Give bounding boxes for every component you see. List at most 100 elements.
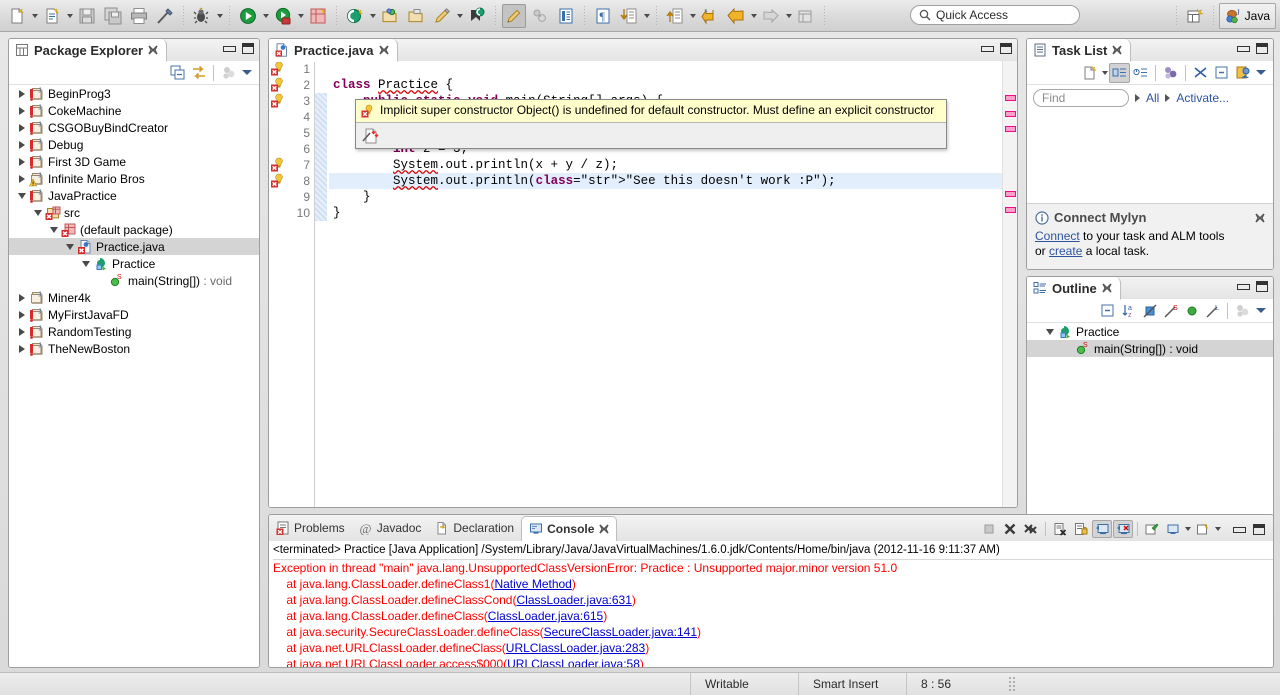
expand-twisty-icon[interactable] xyxy=(15,153,29,170)
editor-folding-ruler[interactable] xyxy=(315,61,329,507)
overview-error-marker[interactable] xyxy=(1005,126,1016,132)
focus-on-active-task-button[interactable] xyxy=(465,4,489,28)
tree-item[interactable]: J First 3D Game xyxy=(9,153,259,170)
next-annotation-dropdown-arrow[interactable] xyxy=(642,4,651,28)
error-quickfix-icon[interactable] xyxy=(270,61,286,77)
editor-overview-ruler[interactable] xyxy=(1002,61,1017,507)
collapse-twisty-icon[interactable] xyxy=(63,238,77,255)
new-task-dropdown[interactable] xyxy=(1100,63,1109,83)
expand-twisty-icon[interactable] xyxy=(15,136,29,153)
collapse-twisty-icon[interactable] xyxy=(79,255,93,272)
tree-item[interactable]: J CokeMachine xyxy=(9,102,259,119)
link-task-button[interactable] xyxy=(528,4,552,28)
stack-trace-link[interactable]: ClassLoader.java:631 xyxy=(516,593,631,607)
filter-dropdown-arrow-2[interactable] xyxy=(1165,94,1171,102)
open-console-button[interactable] xyxy=(1193,520,1213,538)
expand-twisty-icon[interactable] xyxy=(15,119,29,136)
error-quickfix-icon[interactable] xyxy=(270,93,286,109)
paragraph-marks-button[interactable]: ¶ xyxy=(591,4,615,28)
outline-item[interactable]: Practice xyxy=(1027,323,1273,340)
overview-error-marker[interactable] xyxy=(1005,95,1016,101)
scheduled-presentation-button[interactable] xyxy=(1130,63,1151,83)
hide-fields-button[interactable] xyxy=(1139,301,1160,321)
open-task-button[interactable] xyxy=(404,4,428,28)
quick-access-search[interactable]: Quick Access xyxy=(910,5,1080,25)
run-dropdown-arrow[interactable] xyxy=(261,4,270,28)
maximize-icon[interactable] xyxy=(242,43,254,54)
new-task-button[interactable] xyxy=(1079,63,1100,83)
run-button[interactable] xyxy=(236,4,260,28)
sort-alphabetically-button[interactable]: a z xyxy=(1118,301,1139,321)
console-output[interactable]: <terminated> Practice [Java Application]… xyxy=(269,541,1273,667)
console-tab-declaration[interactable]: Declaration xyxy=(428,515,521,541)
last-edit-location-button[interactable] xyxy=(698,4,722,28)
expand-twisty-icon[interactable] xyxy=(15,306,29,323)
overview-error-marker[interactable] xyxy=(1005,111,1016,117)
save-all-button[interactable] xyxy=(101,4,125,28)
tree-item[interactable]: J TheNewBoston xyxy=(9,340,259,357)
run-coverage-dropdown-arrow[interactable] xyxy=(296,4,305,28)
close-icon[interactable] xyxy=(378,45,389,55)
tree-item[interactable]: J Debug xyxy=(9,136,259,153)
console-output-line[interactable]: at java.lang.ClassLoader.defineClassCond… xyxy=(273,592,1273,608)
view-menu-button[interactable] xyxy=(1253,301,1269,321)
stack-trace-link[interactable]: ClassLoader.java:615 xyxy=(488,609,603,623)
pin-console-button[interactable] xyxy=(1142,520,1162,538)
tree-item-selected[interactable]: Practice.java xyxy=(9,238,259,255)
synchronize-button[interactable] xyxy=(1190,63,1211,83)
toggle-mark-occurrences-button[interactable] xyxy=(153,4,177,28)
close-icon[interactable] xyxy=(148,45,158,55)
next-annotation-button[interactable] xyxy=(617,4,641,28)
forward-button[interactable] xyxy=(759,4,783,28)
package-explorer-tree[interactable]: J BeginProg3 J CokeMachine J CSGOBuyBindCreat… xyxy=(9,85,259,667)
minimize-icon[interactable] xyxy=(1237,44,1250,53)
display-selected-console-button[interactable] xyxy=(1163,520,1183,538)
view-menu-button[interactable] xyxy=(1253,63,1269,83)
open-perspective-button[interactable] xyxy=(1183,4,1207,28)
view-menu-button[interactable] xyxy=(239,63,255,83)
collapse-twisty-icon[interactable] xyxy=(1043,323,1057,340)
editor-line-number-ruler[interactable]: 1 2 3 4 5 6 7 8 9 10 xyxy=(269,61,326,507)
outline-item-selected[interactable]: Smain(String[]) : void xyxy=(1027,340,1273,357)
close-icon[interactable] xyxy=(1255,212,1265,223)
tooltip-quickfix-row[interactable] xyxy=(356,122,946,148)
debug-dropdown-arrow[interactable] xyxy=(215,4,224,28)
maximize-icon[interactable] xyxy=(1256,281,1268,292)
console-maximize-button[interactable] xyxy=(1249,520,1269,538)
task-find-input[interactable]: Find xyxy=(1033,89,1129,107)
new-wizard-dropdown-arrow[interactable] xyxy=(30,4,39,28)
error-quickfix-icon[interactable] xyxy=(270,77,286,93)
tree-item[interactable]: J MyFirstJavaFD xyxy=(9,306,259,323)
expand-twisty-icon[interactable] xyxy=(15,102,29,119)
tab-task-list[interactable]: Task List xyxy=(1027,39,1132,62)
save-button[interactable] xyxy=(75,4,99,28)
mylyn-connect-link[interactable]: Connect xyxy=(1035,229,1080,243)
tree-item[interactable]: Smain(String[]) : void xyxy=(9,272,259,289)
new-java-class-button[interactable] xyxy=(40,4,64,28)
console-output-line[interactable]: at java.net.URLClassLoader.access$000(UR… xyxy=(273,656,1273,667)
expand-twisty-icon[interactable] xyxy=(15,289,29,306)
open-type-button[interactable] xyxy=(378,4,402,28)
stack-trace-link[interactable]: URLClassLoader.java:283 xyxy=(506,641,645,655)
error-quickfix-icon[interactable] xyxy=(270,173,286,189)
code-line[interactable] xyxy=(329,61,1002,77)
console-tab-problems[interactable]: Problems xyxy=(269,515,352,541)
minimize-icon[interactable] xyxy=(223,44,236,53)
categorized-presentation-button[interactable] xyxy=(1109,62,1130,83)
restore-tasks-button[interactable] xyxy=(1232,63,1253,83)
expand-twisty-icon[interactable] xyxy=(15,340,29,357)
terminate-button[interactable] xyxy=(979,520,999,538)
console-output-line[interactable]: at java.security.SecureClassLoader.defin… xyxy=(273,624,1273,640)
collapse-twisty-icon[interactable] xyxy=(31,204,45,221)
tree-item[interactable]: J JavaPractice xyxy=(9,187,259,204)
console-minimize-button[interactable] xyxy=(1228,520,1248,538)
close-icon[interactable] xyxy=(1112,45,1122,55)
print-button[interactable] xyxy=(127,4,151,28)
tree-item[interactable]: J Miner4k xyxy=(9,289,259,306)
collapse-twisty-icon[interactable] xyxy=(47,221,61,238)
open-console-dropdown[interactable] xyxy=(1214,520,1222,538)
console-output-line[interactable]: at java.net.URLClassLoader.defineClass(U… xyxy=(273,640,1273,656)
mylyn-highlight-button[interactable] xyxy=(502,3,526,28)
perspective-java-button[interactable]: J Java xyxy=(1218,3,1276,29)
clear-console-button[interactable] xyxy=(1050,520,1070,538)
